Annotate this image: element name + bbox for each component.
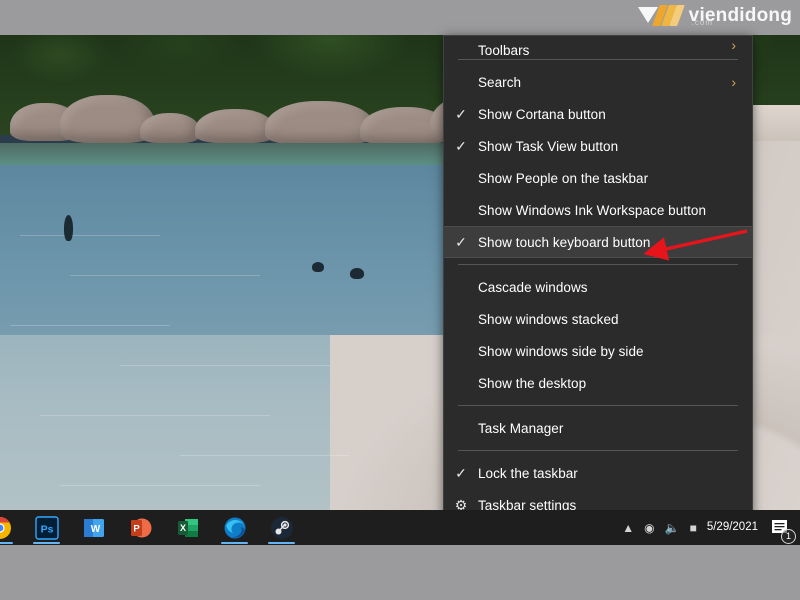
taskbar-edge-icon[interactable] xyxy=(211,510,258,545)
menu-item-label: Search xyxy=(478,74,522,90)
menu-item-label: Task Manager xyxy=(478,420,564,436)
menu-item-task-manager[interactable]: Task Manager xyxy=(444,412,752,444)
notification-center-button[interactable]: 1 xyxy=(768,515,796,544)
taskbar-system-tray[interactable]: ▲ ◉ 🔈 ■ 5/29/2021 1 xyxy=(622,510,800,545)
menu-item-label: Lock the taskbar xyxy=(478,465,578,481)
menu-item-show-cortana-button[interactable]: ✓ Show Cortana button xyxy=(444,98,752,130)
viendidong-logo-icon xyxy=(637,3,685,27)
menu-item-label: Cascade windows xyxy=(478,279,588,295)
bottom-letterbox-band xyxy=(0,545,800,600)
menu-separator xyxy=(458,264,738,265)
svg-text:Ps: Ps xyxy=(40,523,53,535)
taskbar-pinned-apps: Ps W P X xyxy=(0,510,305,545)
menu-item-cascade-windows[interactable]: Cascade windows xyxy=(444,271,752,303)
taskbar-powerpoint-icon[interactable]: P xyxy=(117,510,164,545)
menu-item-label: Show Cortana button xyxy=(478,106,606,122)
menu-item-label: Show windows side by side xyxy=(478,343,644,359)
chevron-up-icon[interactable]: ▲ xyxy=(622,521,634,535)
menu-item-label: Show People on the taskbar xyxy=(478,170,649,186)
check-icon: ✓ xyxy=(455,106,467,122)
taskbar-steam-icon[interactable] xyxy=(258,510,305,545)
menu-item-label: Toolbars xyxy=(478,43,530,58)
menu-item-search[interactable]: Search › xyxy=(444,66,752,98)
check-icon: ✓ xyxy=(455,234,467,250)
taskbar-chrome-icon[interactable] xyxy=(0,510,23,545)
svg-text:P: P xyxy=(133,523,140,534)
menu-item-show-windows-side-by-side[interactable]: Show windows side by side xyxy=(444,335,752,367)
taskbar-photoshop-icon[interactable]: Ps xyxy=(23,510,70,545)
menu-item-label: Show windows stacked xyxy=(478,311,619,327)
windows-taskbar[interactable]: Ps W P X ▲ ◉ 🔈 ■ 5/29/2021 1 xyxy=(0,510,800,545)
menu-item-show-windows-stacked[interactable]: Show windows stacked xyxy=(444,303,752,335)
notification-count-badge: 1 xyxy=(781,528,796,544)
wallpaper-person-2 xyxy=(312,262,324,272)
menu-separator xyxy=(458,405,738,406)
watermark-logo: viendidong .com xyxy=(637,3,792,27)
menu-item-label: Show touch keyboard button xyxy=(478,234,651,250)
wallpaper-person-3 xyxy=(350,268,364,279)
taskbar-running-indicator xyxy=(221,542,248,544)
taskbar-running-indicator xyxy=(268,542,295,544)
menu-item-label: Show Task View button xyxy=(478,138,619,154)
svg-text:W: W xyxy=(90,524,100,535)
menu-item-lock-the-taskbar[interactable]: ✓ Lock the taskbar xyxy=(444,457,752,489)
taskbar-running-indicator xyxy=(0,542,13,544)
menu-item-show-touch-keyboard-button[interactable]: ✓ Show touch keyboard button xyxy=(444,226,752,258)
menu-item-toolbars[interactable]: Toolbars › xyxy=(444,36,752,58)
menu-item-label: Show the desktop xyxy=(478,375,587,391)
chevron-right-icon: › xyxy=(731,74,736,90)
volume-icon[interactable]: 🔈 xyxy=(665,521,680,535)
taskbar-excel-icon[interactable]: X xyxy=(164,510,211,545)
menu-item-label: Show Windows Ink Workspace button xyxy=(478,202,707,218)
menu-separator xyxy=(458,59,738,60)
menu-item-show-task-view-button[interactable]: ✓ Show Task View button xyxy=(444,130,752,162)
taskbar-word-icon[interactable]: W xyxy=(70,510,117,545)
taskbar-running-indicator xyxy=(33,542,60,544)
check-icon: ✓ xyxy=(455,465,467,481)
network-icon[interactable]: ◉ xyxy=(644,521,654,535)
screen: viendidong .com Toolbars › Search › ✓ Sh… xyxy=(0,0,800,600)
taskbar-context-menu[interactable]: Toolbars › Search › ✓ Show Cortana button ✓ Sho… xyxy=(443,35,753,522)
menu-item-show-the-desktop[interactable]: Show the desktop xyxy=(444,367,752,399)
svg-text:X: X xyxy=(179,523,185,533)
menu-item-show-windows-ink-workspace-button[interactable]: Show Windows Ink Workspace button xyxy=(444,194,752,226)
watermark-suffix: .com xyxy=(691,17,714,27)
menu-separator xyxy=(458,450,738,451)
menu-item-show-people-on-the-taskbar[interactable]: Show People on the taskbar xyxy=(444,162,752,194)
check-icon: ✓ xyxy=(455,138,467,154)
chevron-right-icon: › xyxy=(731,37,736,53)
battery-icon[interactable]: ■ xyxy=(690,521,697,535)
top-letterbox-band: viendidong .com xyxy=(0,0,800,35)
wallpaper-person-1 xyxy=(64,215,73,241)
taskbar-date[interactable]: 5/29/2021 xyxy=(707,521,758,534)
